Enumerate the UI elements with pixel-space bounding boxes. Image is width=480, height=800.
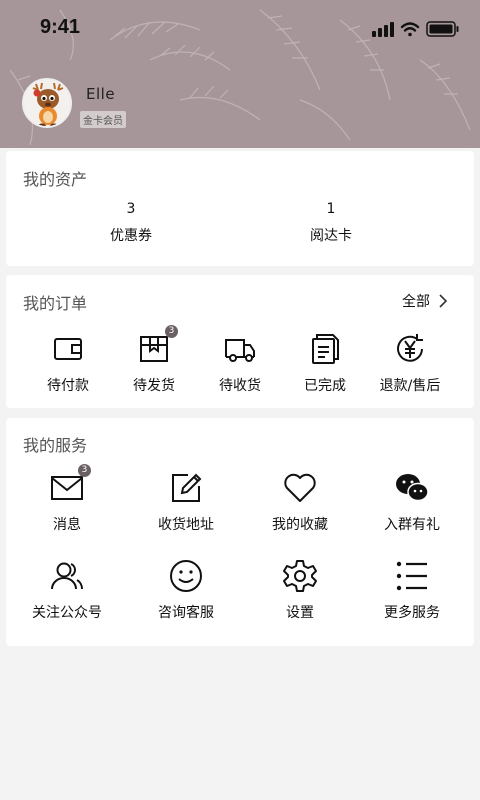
wifi-icon xyxy=(400,22,420,37)
users-icon xyxy=(51,562,83,590)
battery-icon xyxy=(426,21,459,37)
all-orders-label: 全部 xyxy=(402,294,430,310)
avatar[interactable] xyxy=(22,78,72,128)
edit-icon xyxy=(172,473,202,502)
completed-label: 已完成 xyxy=(304,378,346,394)
shipping-address-label: 收货地址 xyxy=(158,517,214,533)
service-customer-support[interactable]: 咨询客服 xyxy=(138,558,234,622)
pending-receipt-label: 待收货 xyxy=(219,378,261,394)
member-level-badge: 金卡会员 xyxy=(80,111,126,128)
order-completed[interactable]: 已完成 xyxy=(277,331,373,395)
username: Elle xyxy=(86,85,116,103)
profile-header: 9:41 Elle 金卡会员 xyxy=(0,0,480,148)
wallet-icon xyxy=(54,338,82,360)
assets-card: 我的资产 3 优惠券 1 阅达卡 xyxy=(6,151,474,266)
coupons-label: 优惠券 xyxy=(110,228,152,244)
order-pending-receipt[interactable]: 待收货 xyxy=(192,331,288,395)
follow-official-account-label: 关注公众号 xyxy=(32,605,102,621)
status-icons xyxy=(372,21,459,37)
list-icon xyxy=(396,561,427,591)
heart-icon xyxy=(284,473,316,502)
refund-aftersale-label: 退款/售后 xyxy=(379,378,441,394)
signal-icon xyxy=(372,22,394,37)
settings-label: 设置 xyxy=(286,605,314,621)
pending-shipment-badge: 3 xyxy=(165,325,178,338)
more-services-label: 更多服务 xyxy=(384,605,440,621)
status-bar: 9:41 xyxy=(0,0,480,58)
orders-card: 我的订单 全部 待付款 3 待发货 待收货 已完成 退款/售后 xyxy=(6,275,474,408)
assets-title: 我的资产 xyxy=(23,170,88,189)
favorites-label: 我的收藏 xyxy=(272,517,328,533)
truck-icon xyxy=(225,339,255,362)
order-pending-shipment[interactable]: 3 待发货 xyxy=(106,325,202,395)
wechat-icon xyxy=(396,474,429,502)
service-favorites[interactable]: 我的收藏 xyxy=(252,470,348,534)
messages-label: 消息 xyxy=(53,517,81,533)
reading-card-label: 阅达卡 xyxy=(310,228,352,244)
service-shipping-address[interactable]: 收货地址 xyxy=(138,470,234,534)
smile-icon xyxy=(170,560,202,592)
status-time: 9:41 xyxy=(40,16,81,38)
service-join-group[interactable]: 入群有礼 xyxy=(364,470,460,534)
service-follow-official-account[interactable]: 关注公众号 xyxy=(19,558,115,622)
join-group-label: 入群有礼 xyxy=(384,517,440,533)
coupons-count: 3 xyxy=(126,201,136,217)
service-more[interactable]: 更多服务 xyxy=(364,558,460,622)
services-card: 我的服务 3 消息 收货地址 我的收藏 入群有礼 关注公众号 咨询客服 设置 更… xyxy=(6,418,474,646)
order-refund-aftersale[interactable]: 退款/售后 xyxy=(362,331,458,395)
service-messages[interactable]: 3 消息 xyxy=(19,464,115,534)
gear-icon xyxy=(283,560,317,592)
pending-payment-label: 待付款 xyxy=(47,378,89,394)
order-pending-payment[interactable]: 待付款 xyxy=(20,331,116,395)
services-title: 我的服务 xyxy=(23,436,88,455)
all-orders-link[interactable]: 全部 xyxy=(402,291,448,311)
chevron-right-icon xyxy=(439,294,448,308)
pending-shipment-label: 待发货 xyxy=(133,378,175,394)
reading-card-count: 1 xyxy=(326,201,336,217)
documents-icon xyxy=(312,334,339,364)
asset-coupons[interactable]: 3 优惠券 xyxy=(71,201,191,245)
asset-reading-card[interactable]: 1 阅达卡 xyxy=(271,201,391,245)
yen-refund-icon xyxy=(397,334,423,362)
orders-title: 我的订单 xyxy=(23,294,88,313)
customer-support-label: 咨询客服 xyxy=(158,605,214,621)
service-settings[interactable]: 设置 xyxy=(252,558,348,622)
messages-badge: 3 xyxy=(78,464,91,477)
